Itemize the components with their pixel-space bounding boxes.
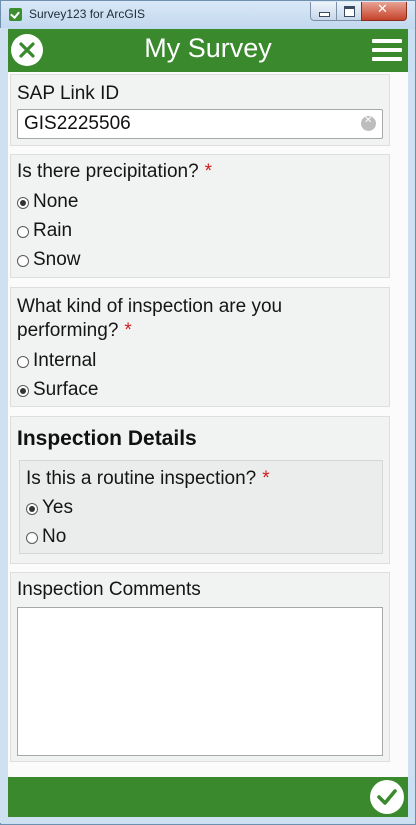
- radio-button[interactable]: [17, 255, 29, 267]
- sap-link-question: SAP Link ID GIS2225506: [10, 74, 390, 146]
- inspection-kind-question: What kind of inspection are you performi…: [10, 287, 390, 407]
- radio-button-selected[interactable]: [26, 503, 38, 515]
- checkmark-icon: [377, 789, 397, 805]
- sap-link-input[interactable]: GIS2225506: [17, 109, 383, 139]
- radio-button[interactable]: [17, 356, 29, 368]
- survey123-app-icon: [9, 8, 22, 21]
- routine-inspection-question: Is this a routine inspection? * Yes No: [19, 460, 383, 554]
- hamburger-menu-icon[interactable]: [372, 39, 402, 62]
- inspection-comments-textarea[interactable]: [17, 607, 383, 756]
- radio-label: Rain: [33, 220, 73, 241]
- inspection-kind-label-line1: What kind of inspection are you: [17, 296, 283, 317]
- radio-button-selected[interactable]: [17, 385, 29, 397]
- inspection-comments-question: Inspection Comments: [10, 572, 390, 762]
- sap-link-label: SAP Link ID: [17, 83, 120, 104]
- clear-icon[interactable]: [361, 115, 376, 131]
- precipitation-label: Is there precipitation? *: [17, 161, 212, 183]
- minimize-button[interactable]: [310, 2, 338, 21]
- radio-button[interactable]: [26, 532, 38, 544]
- app-footer: [8, 777, 408, 817]
- required-marker: *: [262, 468, 270, 489]
- precipitation-label-text: Is there precipitation?: [17, 161, 199, 182]
- inspection-details-title: Inspection Details: [17, 427, 197, 450]
- survey-form[interactable]: SAP Link ID GIS2225506 Is there precipit…: [8, 72, 408, 777]
- window-title: Survey123 for ArcGIS: [29, 7, 146, 21]
- window-frame-right: [408, 72, 414, 777]
- required-marker: *: [124, 320, 132, 341]
- radio-label: Yes: [42, 497, 73, 518]
- window-titlebar[interactable]: Survey123 for ArcGIS: [1, 1, 415, 29]
- radio-button-selected[interactable]: [17, 197, 29, 209]
- routine-inspection-label-text: Is this a routine inspection?: [26, 468, 257, 489]
- window-frame-left: [0, 28, 8, 823]
- radio-label: Internal: [33, 350, 97, 371]
- routine-inspection-label: Is this a routine inspection? *: [26, 468, 270, 490]
- precipitation-question: Is there precipitation? * None Rain Snow: [10, 154, 390, 278]
- inspection-kind-label-line2: performing? *: [17, 320, 132, 342]
- inspection-comments-label: Inspection Comments: [17, 579, 201, 600]
- window-frame-bottom: [0, 817, 414, 823]
- radio-label: Snow: [33, 249, 81, 270]
- maximize-button[interactable]: [336, 2, 363, 21]
- app-header: My Survey: [8, 29, 408, 72]
- required-marker: *: [204, 161, 213, 182]
- radio-label: None: [33, 191, 79, 212]
- radio-button[interactable]: [17, 226, 29, 238]
- submit-survey-button[interactable]: [370, 780, 404, 814]
- sap-link-value: GIS2225506: [24, 113, 131, 134]
- inspection-details-group: Inspection Details Is this a routine ins…: [10, 416, 390, 564]
- window-close-button[interactable]: [361, 2, 407, 21]
- survey-title: My Survey: [144, 33, 272, 63]
- inspection-kind-label-text: performing?: [17, 320, 119, 341]
- radio-label: Surface: [33, 379, 99, 400]
- radio-label: No: [42, 526, 67, 547]
